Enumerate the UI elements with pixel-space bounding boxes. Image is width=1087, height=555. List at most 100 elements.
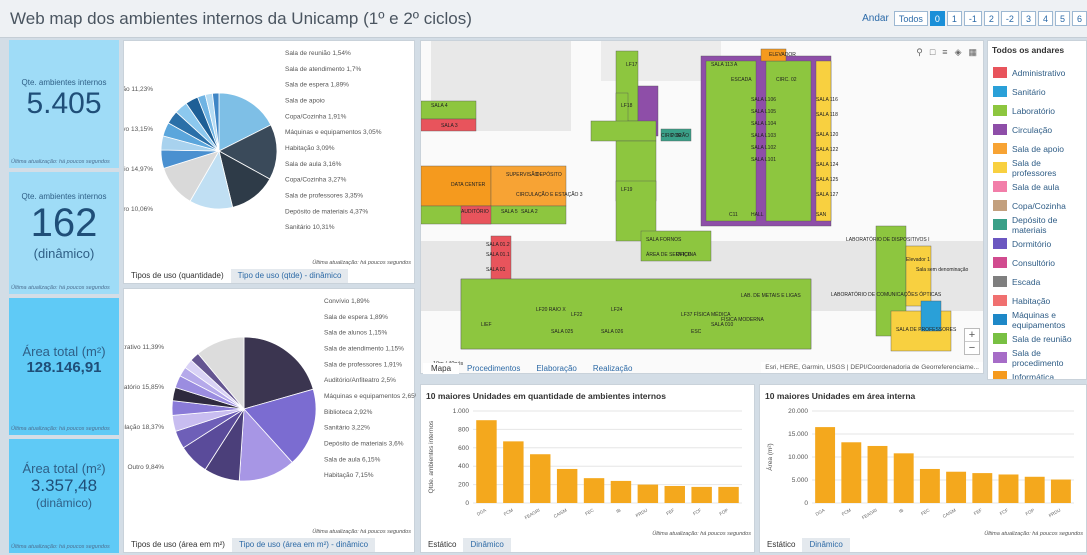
bar[interactable] — [610, 480, 632, 503]
map-room[interactable] — [421, 205, 567, 225]
indicator-update: Última atualização: há poucos segundos — [11, 426, 110, 432]
floor-button-minus2[interactable]: -2 — [1000, 11, 1019, 26]
floor-button-todos[interactable]: Todos — [893, 11, 928, 26]
legend-label: Consultório — [1012, 257, 1055, 268]
tab-bars1-dynamic[interactable]: Dinâmico — [463, 538, 511, 552]
room-label: SAN — [816, 212, 827, 218]
map-room[interactable] — [705, 60, 757, 222]
pie-label: Sala de professores 3,35% — [285, 193, 363, 200]
legend-label: Circulação — [1012, 124, 1053, 135]
legend-title: Todos os andares — [992, 45, 1065, 55]
floor-button-3[interactable]: 3 — [1020, 11, 1036, 26]
floor-plan-map[interactable]: LF17 LF18 CIRC. 02 PORÃO LF19 SALA 113 A ESCAD… — [421, 41, 984, 374]
pie-chart-area[interactable]: Convívio 1,89% Sala de espera 1,89% Sala d… — [100, 289, 421, 529]
floor-button-0[interactable]: 0 — [929, 11, 945, 26]
bar[interactable] — [841, 442, 862, 503]
indicator-area-dynamic: Área total (m²) 3.357,48 (dinâmico) Últi… — [9, 439, 119, 553]
floor-button-2[interactable]: 2 — [983, 11, 999, 26]
bar[interactable] — [1050, 479, 1071, 503]
legend-label: Copa/Cozinha — [1012, 200, 1066, 211]
legend-swatch — [993, 67, 1007, 78]
tab-procedimentos[interactable]: Procedimentos — [459, 363, 528, 374]
room-label: SALA 113 A — [711, 62, 738, 68]
bar[interactable] — [503, 441, 524, 503]
bar-chart-quantity[interactable]: 0 200 400 600 800 1.000 Qtde. ambientes intern… — [421, 401, 756, 531]
tab-pie2-dynamic[interactable]: Tipo de uso (área em m²) - dinâmico — [231, 538, 376, 552]
legend-swatch — [993, 257, 1007, 268]
floor-button-1[interactable]: 1 — [946, 11, 962, 26]
list-icon[interactable]: ≡ — [942, 47, 947, 58]
bars1-update: Última atualização: há poucos segundos — [652, 531, 751, 537]
x-tick-label: FCM — [841, 507, 852, 516]
tab-pie1-static[interactable]: Tipos de uso (quantidade) — [124, 269, 231, 283]
pie-chart-quantity[interactable]: Sala de reunião 1,54% Sala de atendimento… — [88, 41, 416, 261]
legend-item: Consultório — [988, 253, 1086, 272]
x-tick-label: FEF — [665, 507, 675, 516]
bar[interactable] — [583, 478, 605, 503]
x-tick-label: FOP — [1025, 508, 1036, 517]
bookmark-icon[interactable]: □ — [930, 47, 935, 58]
bar[interactable] — [972, 473, 993, 503]
floor-button-4[interactable]: 4 — [1037, 11, 1053, 26]
tab-bars1-static[interactable]: Estático — [421, 538, 464, 552]
y-tick-label: 0 — [804, 500, 808, 507]
zoom-in-button[interactable]: + — [965, 329, 979, 341]
legend-label: Máquinas e equipamentos — [1012, 309, 1066, 330]
map-view[interactable]: LF17 LF18 CIRC. 02 PORÃO LF19 SALA 113 A ESCAD… — [420, 40, 984, 374]
tab-bars2-static[interactable]: Estático — [760, 538, 803, 552]
bar[interactable] — [718, 486, 739, 503]
basemap-icon[interactable]: ▦ — [968, 47, 977, 58]
room-label: PORÃO — [671, 132, 689, 139]
x-tick-label: PRDU — [1048, 508, 1062, 519]
tab-bars2-dynamic[interactable]: Dinâmico — [802, 538, 850, 552]
indicator-update: Última atualização: há poucos segundos — [11, 544, 110, 550]
bar-chart-area[interactable]: 0 5.000 10.000 15.000 20.000 Área (m²) DGA FCM F… — [760, 401, 1087, 531]
room-label: SALA L103 — [751, 133, 776, 139]
room-label: SALA 3 — [441, 123, 458, 129]
map-room[interactable] — [590, 120, 657, 142]
bar[interactable] — [476, 420, 497, 503]
bar[interactable] — [530, 454, 551, 503]
map-room[interactable] — [421, 100, 477, 120]
room-label: SALA DE PROFESSORES — [896, 327, 957, 333]
layers-icon[interactable]: ◈ — [955, 47, 962, 58]
y-tick-label: 10.000 — [788, 454, 808, 461]
legend-label: Depósito de materiais — [1012, 214, 1058, 235]
legend-swatch — [993, 371, 1007, 379]
room-label: SALA 124 — [816, 162, 838, 168]
bar[interactable] — [664, 485, 685, 503]
bar[interactable] — [946, 471, 967, 503]
bar[interactable] — [998, 474, 1019, 503]
search-icon[interactable]: ⚲ — [916, 47, 923, 58]
tab-mapa[interactable]: Mapa — [423, 363, 460, 374]
tab-realizacao[interactable]: Realização — [585, 363, 641, 374]
floor-button-5[interactable]: 5 — [1054, 11, 1070, 26]
bar-chart-area-card: 10 maiores Unidades em área interna 0 5.0… — [759, 384, 1087, 553]
tab-pie1-dynamic[interactable]: Tipo de uso (qtde) - dinâmico — [230, 269, 349, 283]
bar[interactable] — [556, 468, 578, 503]
pie-label: Copa/Cozinha 3,27% — [285, 177, 347, 184]
bar[interactable] — [867, 445, 888, 503]
bars2-update: Última atualização: há poucos segundos — [984, 531, 1083, 537]
tab-pie2-static[interactable]: Tipos de uso (área em m²) — [124, 538, 232, 552]
legend-item: Escada — [988, 272, 1086, 291]
bar[interactable] — [893, 453, 914, 503]
pie-label: Sala de aula 3,16% — [285, 161, 342, 168]
y-axis-label: Qtde. ambientes internos — [428, 420, 435, 493]
map-room[interactable] — [765, 60, 812, 222]
bar[interactable] — [919, 468, 940, 503]
bar[interactable] — [1024, 476, 1045, 503]
bar[interactable] — [691, 486, 712, 503]
legend-item: Depósito de materiais — [988, 214, 1086, 235]
floor-button-minus1[interactable]: -1 — [963, 11, 982, 26]
zoom-out-button[interactable]: − — [965, 341, 979, 354]
bar[interactable] — [815, 427, 836, 503]
legend-item: Laboratório — [988, 101, 1086, 120]
pie-label: Sala de reunião 1,54% — [285, 50, 351, 57]
bar[interactable] — [637, 484, 659, 503]
map-room[interactable] — [460, 278, 812, 350]
pie-label: Sala de professores 1,91% — [324, 361, 402, 368]
pie-chart-quantity-card: Sala de reunião 1,54% Sala de atendimento… — [88, 40, 416, 284]
tab-elaboracao[interactable]: Elaboração — [528, 363, 584, 374]
floor-button-6[interactable]: 6 — [1071, 11, 1087, 26]
